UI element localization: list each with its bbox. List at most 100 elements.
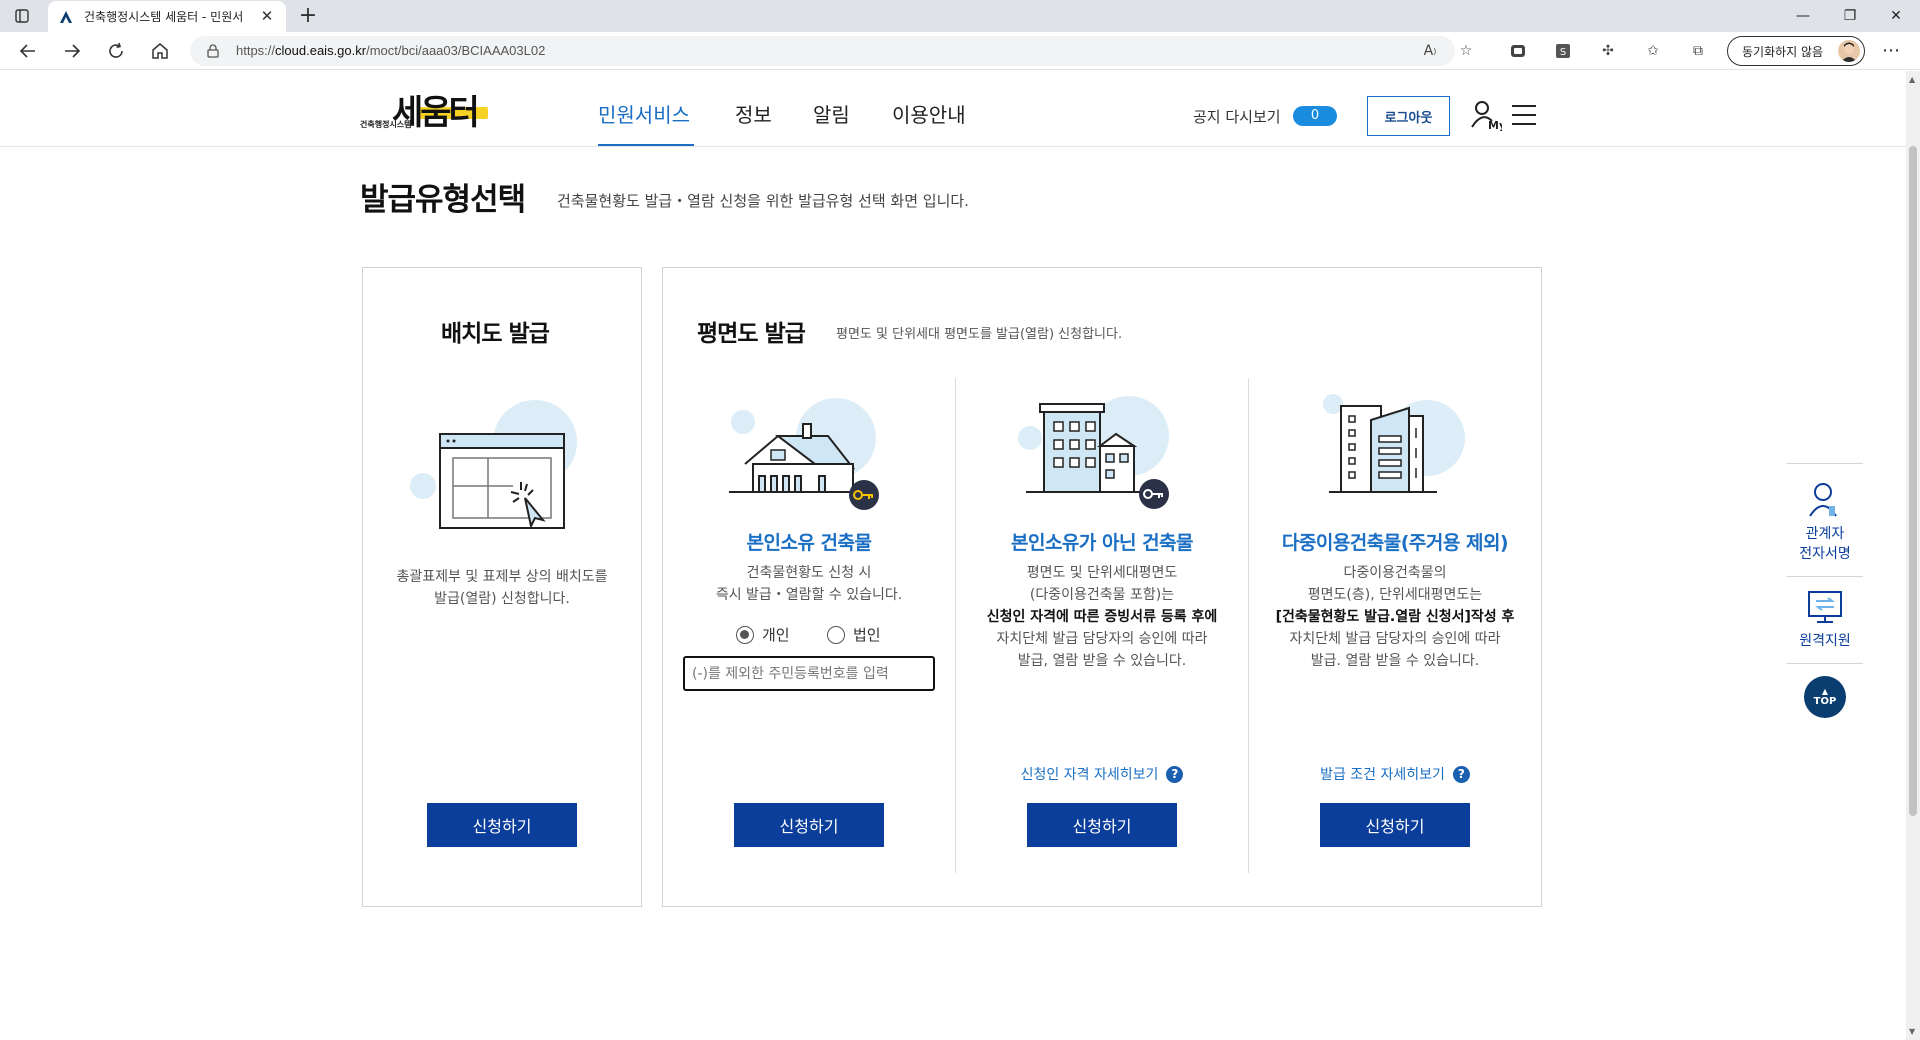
nav-info[interactable]: 정보 xyxy=(735,99,772,128)
lock-icon[interactable] xyxy=(206,44,220,58)
more-options-icon[interactable]: ⋯ xyxy=(1882,40,1900,61)
not-own-building-apply-button[interactable]: 신청하기 xyxy=(1027,803,1177,847)
multi-use-desc-5: 발급. 열람 받을 수 있습니다. xyxy=(1310,653,1480,669)
not-own-desc-2: (다중이용건축물 포함)는 xyxy=(1029,587,1175,603)
extensions-puzzle-icon[interactable]: ✣ xyxy=(1598,41,1618,61)
applicant-qualification-link[interactable]: 신청인 자격 자세히보기 ? xyxy=(956,764,1248,784)
nav-notice[interactable]: 알림 xyxy=(813,99,850,128)
collections-icon[interactable]: ⧉ xyxy=(1688,41,1708,61)
page-viewport: 세움터 건축행정시스템 민원서비스 정보 알림 이용안내 공지 다시보기 0 로… xyxy=(0,71,1906,1040)
url-text[interactable]: https://cloud.eais.go.kr/moct/bci/aaa03/… xyxy=(236,43,545,58)
address-bar[interactable]: https://cloud.eais.go.kr/moct/bci/aaa03/… xyxy=(190,36,1472,66)
notice-replay-label[interactable]: 공지 다시보기 xyxy=(1193,106,1281,127)
notice-count-badge[interactable]: 0 xyxy=(1293,106,1337,126)
issuance-condition-link[interactable]: 발급 조건 자세히보기 ? xyxy=(1249,764,1541,784)
svg-text:My: My xyxy=(1488,119,1502,131)
site-logo[interactable]: 세움터 건축행정시스템 xyxy=(360,85,500,133)
own-building-apply-button[interactable]: 신청하기 xyxy=(734,803,884,847)
browser-toolbar: https://cloud.eais.go.kr/moct/bci/aaa03/… xyxy=(0,32,1920,70)
page-title: 발급유형선택 xyxy=(360,182,526,218)
quick-remote-support-button[interactable]: 원격지원 xyxy=(1787,577,1863,663)
house-illustration xyxy=(729,398,879,510)
buildings-illustration xyxy=(1018,396,1169,509)
issuance-condition-link-label[interactable]: 발급 조건 자세히보기 xyxy=(1320,764,1445,784)
floor-plan-title: 평면도 발급 xyxy=(697,321,806,347)
remote-support-monitor-icon xyxy=(1808,591,1842,623)
scroll-up-arrow-icon[interactable]: ▲ xyxy=(1909,75,1915,84)
floor-plan-subtitle: 평면도 및 단위세대 평면도를 발급(열람) 신청합니다. xyxy=(836,327,1123,342)
url-domain: cloud.eais.go.kr xyxy=(275,43,367,58)
page-scrollbar[interactable]: ▲ ▼ xyxy=(1906,71,1920,1040)
site-plan-desc-1: 총괄표제부 및 표제부 상의 배치도를 xyxy=(396,569,608,585)
quick-esign-button[interactable]: 관계자 전자서명 xyxy=(1787,464,1863,576)
own-building-option: 본인소유 건축물 건축물현황도 신청 시 즉시 발급・열람할 수 있습니다. 개… xyxy=(663,378,955,873)
multi-use-building-option: 다중이용건축물(주거용 제외) 다중이용건축물의 평면도(층), 단위세대평면도… xyxy=(1249,378,1541,873)
tab-title: 건축행정시스템 세움터 - 민원서 xyxy=(84,10,244,24)
multi-use-desc-4: 자치단체 발급 담당자의 승인에 따라 xyxy=(1289,631,1501,647)
quick-menu-divider xyxy=(1787,663,1863,664)
arrow-up-icon: ▲ xyxy=(1821,686,1829,696)
multi-use-building-apply-button[interactable]: 신청하기 xyxy=(1320,803,1470,847)
scrollbar-thumb[interactable] xyxy=(1909,146,1917,816)
scroll-down-arrow-icon[interactable]: ▼ xyxy=(1909,1027,1915,1036)
back-icon[interactable] xyxy=(17,40,39,62)
site-favicon-icon xyxy=(60,10,72,23)
logo-subtext: 건축행정시스템 xyxy=(360,120,412,129)
logout-button[interactable]: 로그아웃 xyxy=(1367,96,1450,136)
site-plan-illustration xyxy=(410,400,577,529)
site-header: 세움터 건축행정시스템 민원서비스 정보 알림 이용안내 공지 다시보기 0 로… xyxy=(0,71,1906,147)
not-own-desc-4: 자치단체 발급 담당자의 승인에 따라 xyxy=(996,631,1208,647)
restore-icon[interactable]: ❐ xyxy=(1827,0,1873,32)
own-building-desc-1: 건축물현황도 신청 시 xyxy=(746,565,872,581)
tab-actions-icon[interactable] xyxy=(10,6,34,26)
help-question-icon[interactable]: ? xyxy=(1452,765,1470,783)
extension-s-icon[interactable]: S xyxy=(1553,41,1573,61)
quick-menu: 관계자 전자서명 원격지원 ▲ TOP xyxy=(1787,463,1863,718)
minimize-icon[interactable]: — xyxy=(1780,0,1826,32)
quick-remote-label: 원격지원 xyxy=(1799,633,1851,649)
radio-individual[interactable]: 개인 xyxy=(736,624,790,645)
esign-person-icon xyxy=(1809,483,1837,517)
not-own-desc-1: 평면도 및 단위세대평면도 xyxy=(1026,565,1178,581)
page-description: 건축물현황도 발급・열람 신청을 위한 발급유형 선택 화면 입니다. xyxy=(557,192,969,210)
tab-close-icon[interactable]: ✕ xyxy=(258,7,276,25)
my-page-icon[interactable]: My xyxy=(1470,99,1502,131)
radio-individual-circle[interactable] xyxy=(736,625,754,644)
radio-individual-label: 개인 xyxy=(762,626,790,644)
not-own-desc-5: 발급, 열람 받을 수 있습니다. xyxy=(1017,653,1187,669)
nav-civil-service[interactable]: 민원서비스 xyxy=(598,99,690,128)
favorites-icon[interactable]: ✩ xyxy=(1643,41,1663,61)
url-prefix: https:// xyxy=(236,43,276,58)
site-plan-apply-button[interactable]: 신청하기 xyxy=(427,803,577,847)
not-own-desc-3: 신청인 자격에 따른 증빙서류 등록 후에 xyxy=(986,609,1218,625)
multi-use-desc-1: 다중이용건축물의 xyxy=(1343,565,1447,581)
refresh-icon[interactable] xyxy=(105,40,127,62)
browser-tab-bar: 건축행정시스템 세움터 - 민원서 ✕ + — ❐ ✕ xyxy=(0,0,1920,32)
own-building-title: 본인소유 건축물 xyxy=(746,532,872,554)
new-tab-icon[interactable]: + xyxy=(296,4,320,28)
scroll-top-button[interactable]: ▲ TOP xyxy=(1804,676,1846,718)
floor-plan-card: 평면도 발급 평면도 및 단위세대 평면도를 발급(열람) 신청합니다. 본인소… xyxy=(662,267,1542,907)
window-close-icon[interactable]: ✕ xyxy=(1873,0,1919,32)
favorite-add-icon[interactable]: ☆ xyxy=(1456,41,1476,61)
sync-profile-button[interactable]: 동기화하지 않음 xyxy=(1727,36,1865,66)
not-own-building-option: 본인소유가 아닌 건축물 평면도 및 단위세대평면도 (다중이용건축물 포함)는… xyxy=(956,378,1248,873)
radio-corporate-circle[interactable] xyxy=(827,625,845,644)
hamburger-menu-icon[interactable] xyxy=(1512,105,1536,125)
help-question-icon[interactable]: ? xyxy=(1166,765,1184,783)
extension-1-icon[interactable] xyxy=(1508,41,1528,61)
forward-icon[interactable] xyxy=(61,40,83,62)
nav-guide[interactable]: 이용안내 xyxy=(892,99,966,128)
not-own-building-title: 본인소유가 아닌 건축물 xyxy=(1010,532,1194,554)
radio-corporate[interactable]: 법인 xyxy=(827,624,881,645)
profile-avatar xyxy=(1838,40,1860,62)
quick-esign-label-1: 관계자 xyxy=(1805,526,1845,542)
applicant-qualification-link-label[interactable]: 신청인 자격 자세히보기 xyxy=(1021,764,1159,784)
multi-use-desc-2: 평면도(층), 단위세대평면도는 xyxy=(1307,587,1483,603)
home-icon[interactable] xyxy=(149,40,171,62)
read-aloud-icon[interactable]: A) xyxy=(1420,41,1440,61)
resident-number-input[interactable] xyxy=(683,656,935,691)
quick-esign-label-2: 전자서명 xyxy=(1799,546,1851,562)
radio-corporate-label: 법인 xyxy=(853,626,881,644)
browser-tab-active[interactable]: 건축행정시스템 세움터 - 민원서 ✕ xyxy=(48,1,286,32)
